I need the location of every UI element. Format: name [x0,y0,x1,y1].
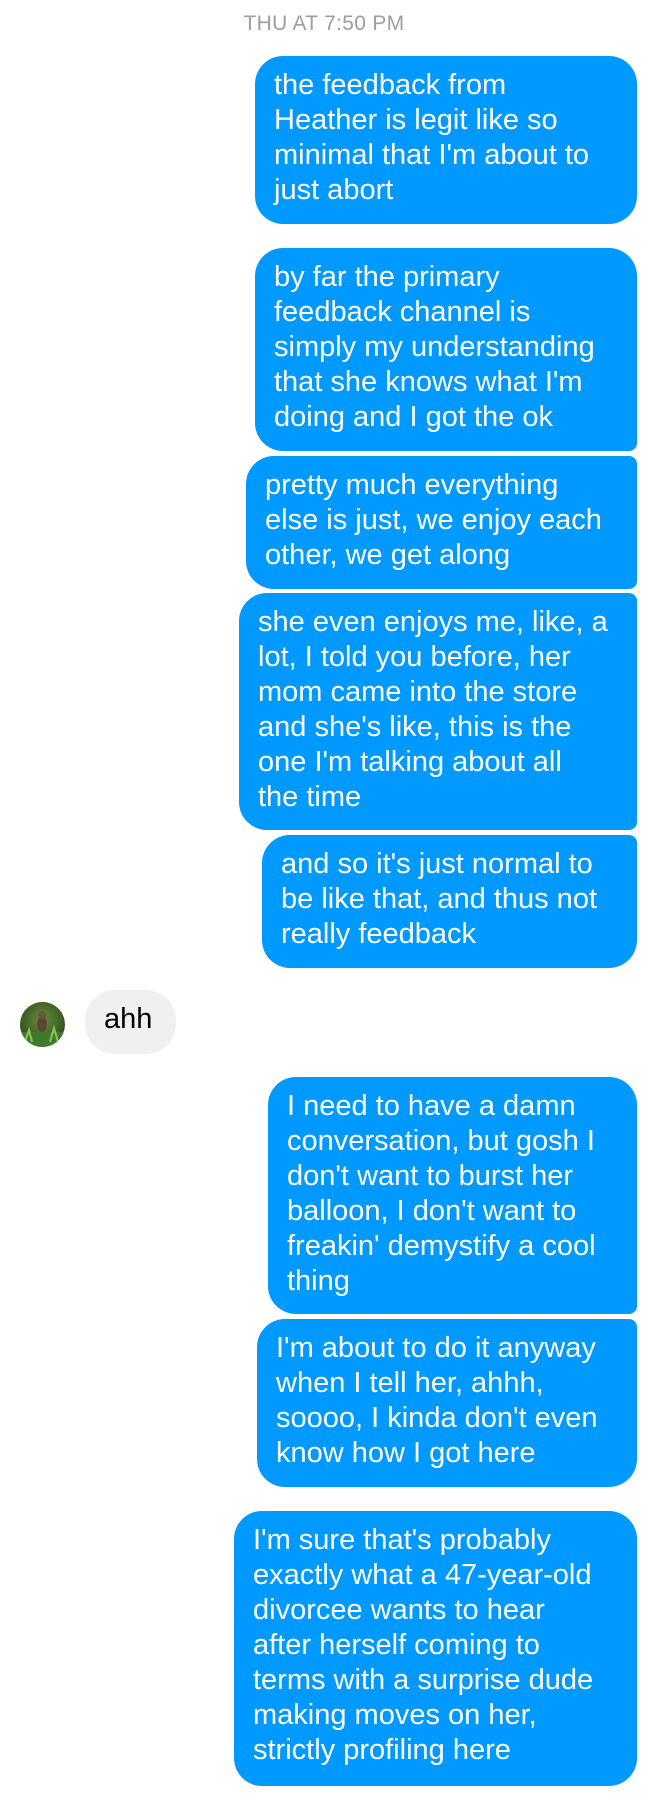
outgoing-message-bubble[interactable]: by far the primary feedback channel is s… [255,248,637,451]
outgoing-message-bubble[interactable]: I need to have a damn conversation, but … [268,1077,637,1314]
thread-timestamp: THU AT 7:50 PM [243,12,405,35]
outgoing-message-bubble[interactable]: and so it's just normal to be like that,… [262,835,637,968]
outgoing-message-bubble[interactable]: the feedback from Heather is legit like … [255,56,637,224]
outgoing-message-bubble[interactable]: she even enjoys me, like, a lot, I told … [239,593,637,830]
outgoing-message-bubble[interactable]: pretty much everything else is just, we … [246,456,637,589]
outgoing-message-bubble[interactable]: I'm about to do it anyway when I tell he… [257,1319,637,1487]
profile-photo-icon[interactable] [20,1002,65,1047]
incoming-message-bubble[interactable]: ahh [85,990,176,1054]
outgoing-message-bubble[interactable]: I'm sure that's probably exactly what a … [234,1511,637,1786]
